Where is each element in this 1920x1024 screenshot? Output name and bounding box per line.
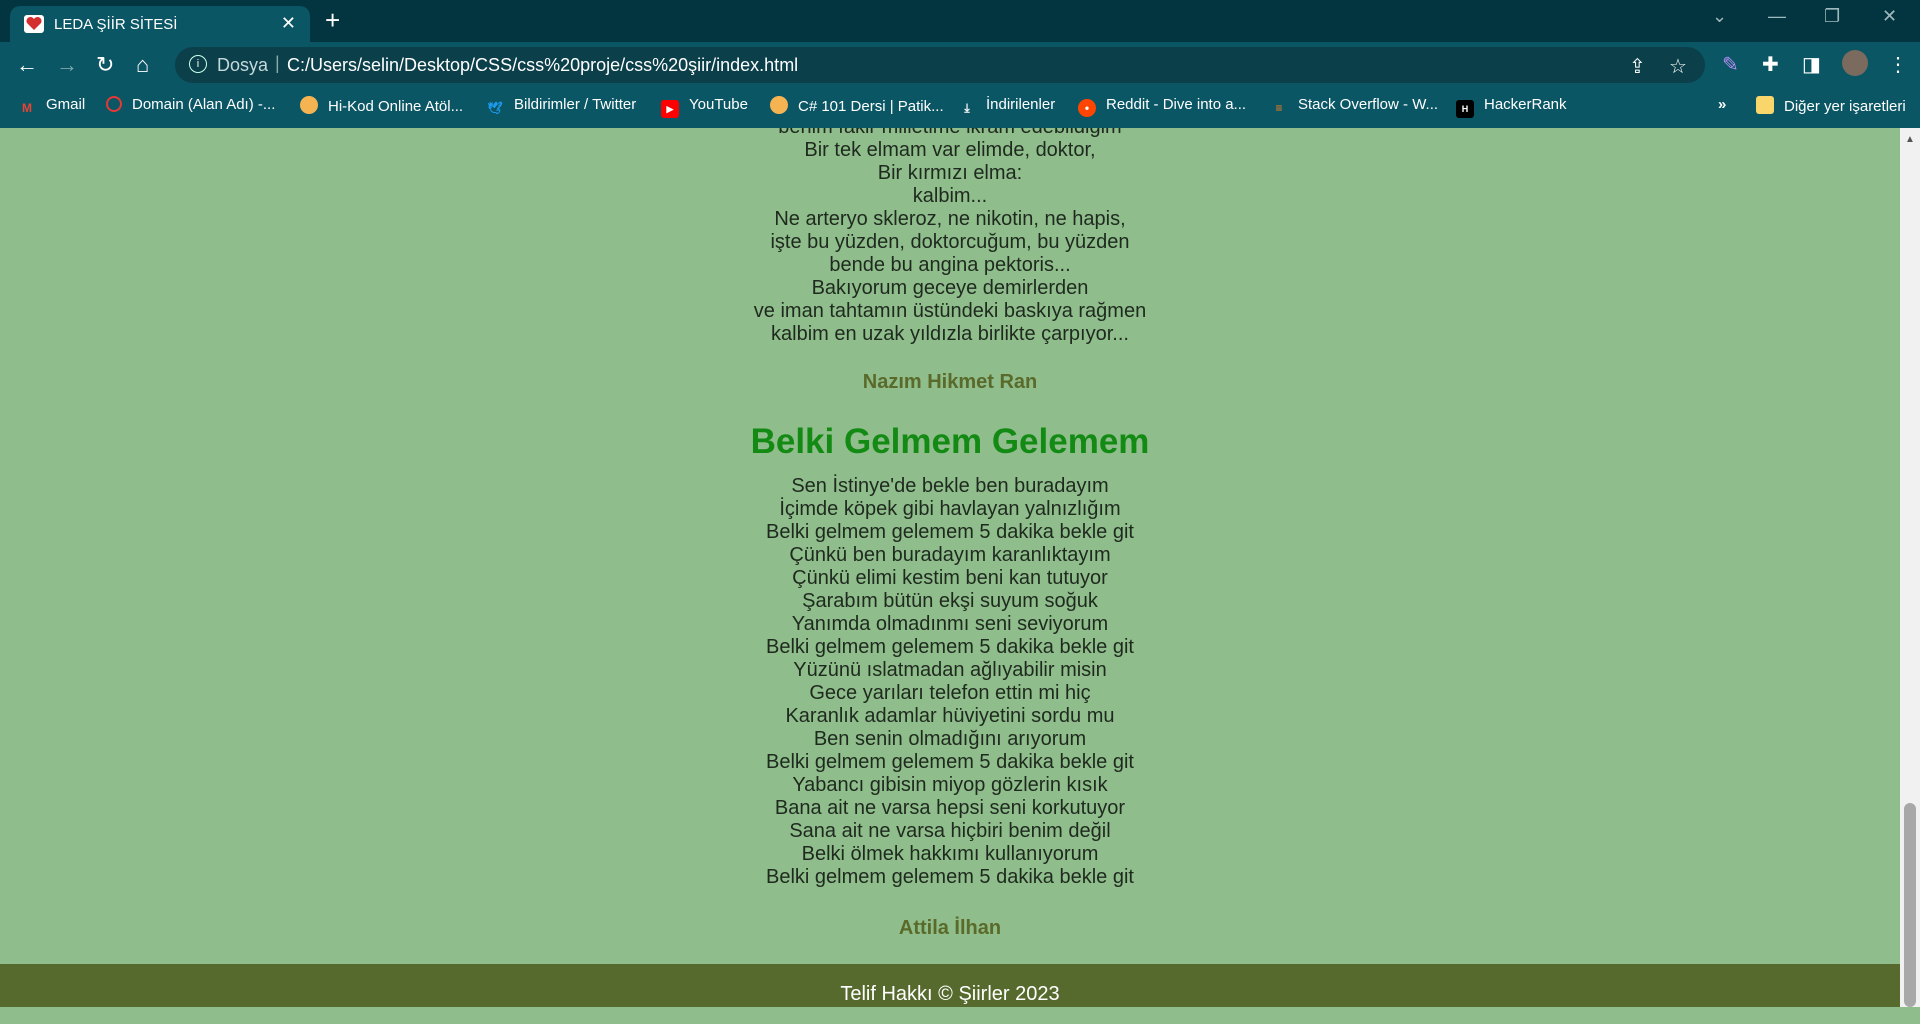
scroll-up-icon[interactable]: ▲	[1905, 134, 1915, 145]
poem-line: İçimde köpek gibi havlayan yalnızlığım	[779, 498, 1121, 520]
poem-line: Yanımda olmadınmı seni seviyorum	[791, 613, 1109, 635]
extensions-icon[interactable]: ✚	[1762, 52, 1779, 77]
bookmarks-bar: M Gmail Domain (Alan Adı) -... Hi-Kod Onl…	[0, 88, 1920, 128]
close-window-icon[interactable]: ✕	[1882, 6, 1897, 27]
bookmark-reddit[interactable]: • Reddit - Dive into a...	[1078, 96, 1246, 117]
heart-favicon-icon	[24, 15, 44, 33]
new-tab-icon[interactable]: +	[325, 5, 340, 36]
poem-line: Yüzünü ıslatmadan ağlıyabilir misin	[793, 659, 1107, 681]
reload-icon[interactable]: ↻	[96, 52, 114, 78]
poem-nazim-hikmet: benim fakir milletime ikram edebildiğim …	[0, 128, 1900, 346]
bookmarks-overflow-button[interactable]: »	[1718, 96, 1726, 113]
poem-line: işte bu yüzden, doktorcuğum, bu yüzden	[770, 231, 1130, 253]
bookmark-stackoverflow[interactable]: ≡ Stack Overflow - W...	[1270, 96, 1438, 117]
back-icon[interactable]: ←	[16, 52, 38, 78]
poem-line: Belki gelmem gelemem 5 dakika bekle git	[766, 521, 1134, 543]
poem-line: ve iman tahtamın üstündeki baskıya rağme…	[753, 300, 1147, 322]
twitter-icon: 🕊	[487, 101, 503, 115]
tab-search-icon[interactable]: ⌄	[1712, 6, 1727, 27]
scrollbar-thumb[interactable]	[1904, 803, 1916, 1007]
poem-line: Karanlık adamlar hüviyetini sordu mu	[785, 705, 1115, 727]
page-footer: Telif Hakkı © Şiirler 2023	[0, 964, 1900, 1007]
poem-line: Bakıyorum geceye demirlerden	[811, 277, 1089, 299]
reddit-icon: •	[1078, 99, 1096, 117]
poem-line: Ben senin olmadığını arıyorum	[813, 728, 1087, 750]
poem-line: Sana ait ne varsa hiçbiri benim değil	[789, 820, 1111, 842]
poem-line: Çünkü elimi kestim beni kan tutuyor	[792, 567, 1108, 589]
page-viewport: benim fakir milletime ikram edebildiğim …	[0, 128, 1900, 1007]
poem-line: Bana ait ne varsa hepsi seni korkutuyor	[774, 797, 1126, 819]
minimize-icon[interactable]: —	[1768, 6, 1786, 27]
poem-line: Gece yarıları telefon ettin mi hiç	[809, 682, 1091, 704]
domain-icon	[106, 96, 122, 112]
browser-tab[interactable]: LEDA ŞİİR SİTESİ ✕	[10, 6, 310, 42]
other-bookmarks-folder[interactable]: Diğer yer işaretleri	[1756, 96, 1906, 115]
bookmark-downloads[interactable]: ⤓ İndirilenler	[958, 96, 1055, 117]
bookmark-star-icon[interactable]: ☆	[1669, 54, 1687, 79]
poem-title: Belki Gelmem Gelemem	[750, 422, 1150, 461]
download-icon: ⤓	[964, 101, 970, 115]
profile-avatar[interactable]	[1842, 50, 1868, 76]
poem-line: Şarabım bütün ekşi suyum soğuk	[802, 590, 1098, 612]
poem-line: benim fakir milletime ikram edebildiğim	[0, 128, 1900, 139]
home-icon[interactable]: ⌂	[136, 52, 149, 78]
poem-line: Belki gelmem gelemem 5 dakika bekle git	[766, 636, 1134, 658]
gmail-icon: M	[22, 101, 32, 115]
bookmark-domain[interactable]: Domain (Alan Adı) -...	[106, 96, 275, 113]
hikod-icon	[300, 96, 318, 114]
url-separator: |	[275, 53, 280, 73]
poem-line: kalbim...	[912, 185, 988, 207]
copyright-text: Telif Hakkı © Şiirler 2023	[840, 983, 1060, 1005]
feather-extension-icon[interactable]: ✎	[1722, 52, 1739, 77]
poem-author: Nazım Hikmet Ran	[862, 371, 1038, 393]
tab-title: LEDA ŞİİR SİTESİ	[54, 16, 178, 33]
bookmark-hikod[interactable]: Hi-Kod Online Atöl...	[300, 96, 463, 115]
bookmark-twitter[interactable]: 🕊 Bildirimler / Twitter	[486, 96, 636, 117]
poem-line: Yabancı gibisin miyop gözlerin kısık	[792, 774, 1108, 796]
stackoverflow-icon: ≡	[1275, 101, 1283, 115]
close-tab-icon[interactable]: ✕	[281, 13, 296, 34]
poem-line: Belki gelmem gelemem 5 dakika bekle git	[766, 866, 1134, 888]
folder-icon	[1756, 96, 1774, 114]
youtube-icon: ▶	[661, 100, 679, 118]
vertical-scrollbar[interactable]: ▲	[1900, 128, 1920, 1007]
url-text[interactable]: C:/Users/selin/Desktop/CSS/css%20proje/c…	[287, 55, 798, 76]
menu-icon[interactable]: ⋮	[1888, 52, 1908, 77]
poem-line: Bir kırmızı elma:	[877, 162, 1023, 184]
bookmark-gmail[interactable]: M Gmail	[18, 96, 85, 117]
tab-strip: LEDA ŞİİR SİTESİ ✕ + ⌄ — ❐ ✕	[0, 0, 1920, 42]
poem-author: Attila İlhan	[898, 917, 1002, 939]
browser-toolbar: ← → ↻ ⌂ i Dosya | C:/Users/selin/Desktop…	[0, 42, 1920, 88]
url-scheme: Dosya	[217, 55, 269, 75]
poem-line: Sen İstinye'de bekle ben buradayım	[791, 475, 1109, 497]
forward-icon[interactable]: →	[56, 52, 78, 78]
poem-line: Ne arteryo skleroz, ne nikotin, ne hapis…	[774, 208, 1126, 230]
poem-line: kalbim en uzak yıldızla birlikte çarpıyo…	[771, 323, 1129, 345]
hackerrank-icon: H	[1456, 100, 1474, 118]
address-bar[interactable]: i Dosya | C:/Users/selin/Desktop/CSS/css…	[175, 47, 1705, 83]
side-panel-icon[interactable]: ◨	[1802, 52, 1821, 77]
poem-line: bende bu angina pektoris...	[829, 254, 1071, 276]
site-info-icon[interactable]: i	[189, 55, 207, 73]
restore-icon[interactable]: ❐	[1824, 6, 1840, 27]
bookmark-hackerrank[interactable]: H HackerRank	[1456, 96, 1567, 118]
poem-attila-ilhan: Sen İstinye'de bekle ben buradayım İçimd…	[0, 475, 1900, 889]
poem-line: Bir tek elmam var elimde, doktor,	[804, 139, 1096, 161]
share-icon[interactable]: ⇪	[1629, 54, 1646, 79]
patika-icon	[770, 96, 788, 114]
bookmark-youtube[interactable]: ▶ YouTube	[661, 96, 748, 118]
bookmark-patika[interactable]: C# 101 Dersi | Patik...	[770, 96, 944, 115]
poem-line: Belki ölmek hakkımı kullanıyorum	[801, 843, 1099, 865]
poem-line: Belki gelmem gelemem 5 dakika bekle git	[766, 751, 1134, 773]
poem-line: Çünkü ben buradayım karanlıktayım	[789, 544, 1111, 566]
